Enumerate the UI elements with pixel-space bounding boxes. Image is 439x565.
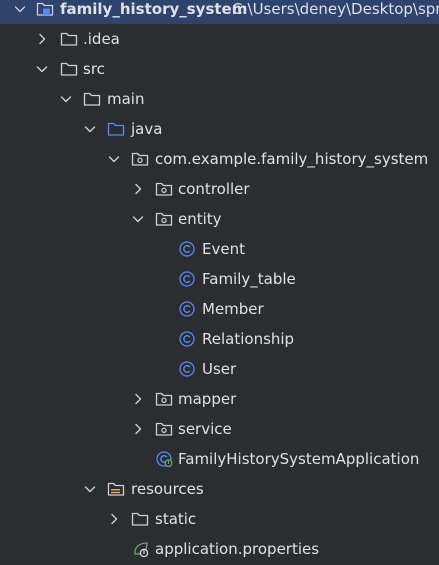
tree-node-label: User: [202, 360, 237, 378]
tree-node-label: src: [83, 60, 105, 78]
package-icon: [155, 391, 173, 407]
class-icon: [178, 241, 196, 257]
module-folder-icon: [36, 1, 54, 17]
tree-node-user[interactable]: User: [0, 354, 439, 384]
tree-node-relationship[interactable]: Relationship: [0, 324, 439, 354]
tree-node-member[interactable]: Member: [0, 294, 439, 324]
tree-node-package[interactable]: com.example.family_history_system: [0, 144, 439, 174]
spring-properties-icon: [131, 541, 149, 557]
chevron-right-icon[interactable]: [130, 181, 146, 197]
tree-node-label: com.example.family_history_system: [155, 150, 429, 168]
tree-node-label: static: [155, 510, 197, 528]
tree-node-family-table[interactable]: Family_table: [0, 264, 439, 294]
project-tree: family_history_system C:\Users\deney\Des…: [0, 0, 439, 565]
package-icon: [155, 421, 173, 437]
tree-node-event[interactable]: Event: [0, 234, 439, 264]
project-path: C:\Users\deney\Desktop\spr: [232, 0, 439, 18]
folder-icon: [83, 91, 101, 107]
chevron-right-icon[interactable]: [106, 511, 122, 527]
class-icon: [178, 361, 196, 377]
tree-node-application-properties[interactable]: application.properties: [0, 534, 439, 564]
class-icon: [178, 271, 196, 287]
tree-node-entity[interactable]: entity: [0, 204, 439, 234]
tree-node-main[interactable]: main: [0, 84, 439, 114]
tree-node-root[interactable]: family_history_system C:\Users\deney\Des…: [0, 0, 439, 24]
tree-node-label: Event: [202, 240, 245, 258]
tree-node-java[interactable]: java: [0, 114, 439, 144]
chevron-right-icon[interactable]: [130, 391, 146, 407]
tree-node-label: service: [178, 420, 232, 438]
tree-node-idea[interactable]: .idea: [0, 24, 439, 54]
tree-node-label: controller: [178, 180, 250, 198]
chevron-down-icon[interactable]: [106, 151, 122, 167]
tree-node-mapper[interactable]: mapper: [0, 384, 439, 414]
tree-node-label: family_history_system: [60, 0, 248, 18]
chevron-right-icon[interactable]: [34, 31, 50, 47]
source-folder-icon: [107, 121, 125, 137]
class-icon: [178, 301, 196, 317]
resources-folder-icon: [107, 481, 125, 497]
tree-node-label: entity: [178, 210, 222, 228]
tree-node-label: main: [107, 90, 145, 108]
package-icon: [155, 211, 173, 227]
tree-node-application-class[interactable]: FamilyHistorySystemApplication: [0, 444, 439, 474]
chevron-down-icon[interactable]: [130, 211, 146, 227]
tree-node-label: java: [131, 120, 163, 138]
class-icon: [178, 331, 196, 347]
folder-icon: [60, 61, 78, 77]
tree-node-src[interactable]: src: [0, 54, 439, 84]
chevron-down-icon[interactable]: [12, 1, 28, 17]
tree-node-label: .idea: [83, 30, 120, 48]
tree-node-label: Member: [202, 300, 264, 318]
tree-node-label: Relationship: [202, 330, 295, 348]
tree-node-label: mapper: [178, 390, 237, 408]
package-icon: [131, 151, 149, 167]
chevron-down-icon[interactable]: [82, 121, 98, 137]
chevron-right-icon[interactable]: [130, 421, 146, 437]
tree-node-label: Family_table: [202, 270, 296, 288]
chevron-down-icon[interactable]: [82, 481, 98, 497]
tree-node-resources[interactable]: resources: [0, 474, 439, 504]
chevron-down-icon[interactable]: [34, 61, 50, 77]
tree-node-static[interactable]: static: [0, 504, 439, 534]
chevron-down-icon[interactable]: [58, 91, 74, 107]
folder-icon: [131, 511, 149, 527]
tree-node-controller[interactable]: controller: [0, 174, 439, 204]
package-icon: [155, 181, 173, 197]
folder-icon: [60, 31, 78, 47]
tree-node-service[interactable]: service: [0, 414, 439, 444]
tree-node-label: application.properties: [155, 540, 320, 558]
tree-node-label: FamilyHistorySystemApplication: [178, 450, 420, 468]
tree-node-label: resources: [131, 480, 204, 498]
spring-boot-class-icon: [155, 451, 173, 467]
